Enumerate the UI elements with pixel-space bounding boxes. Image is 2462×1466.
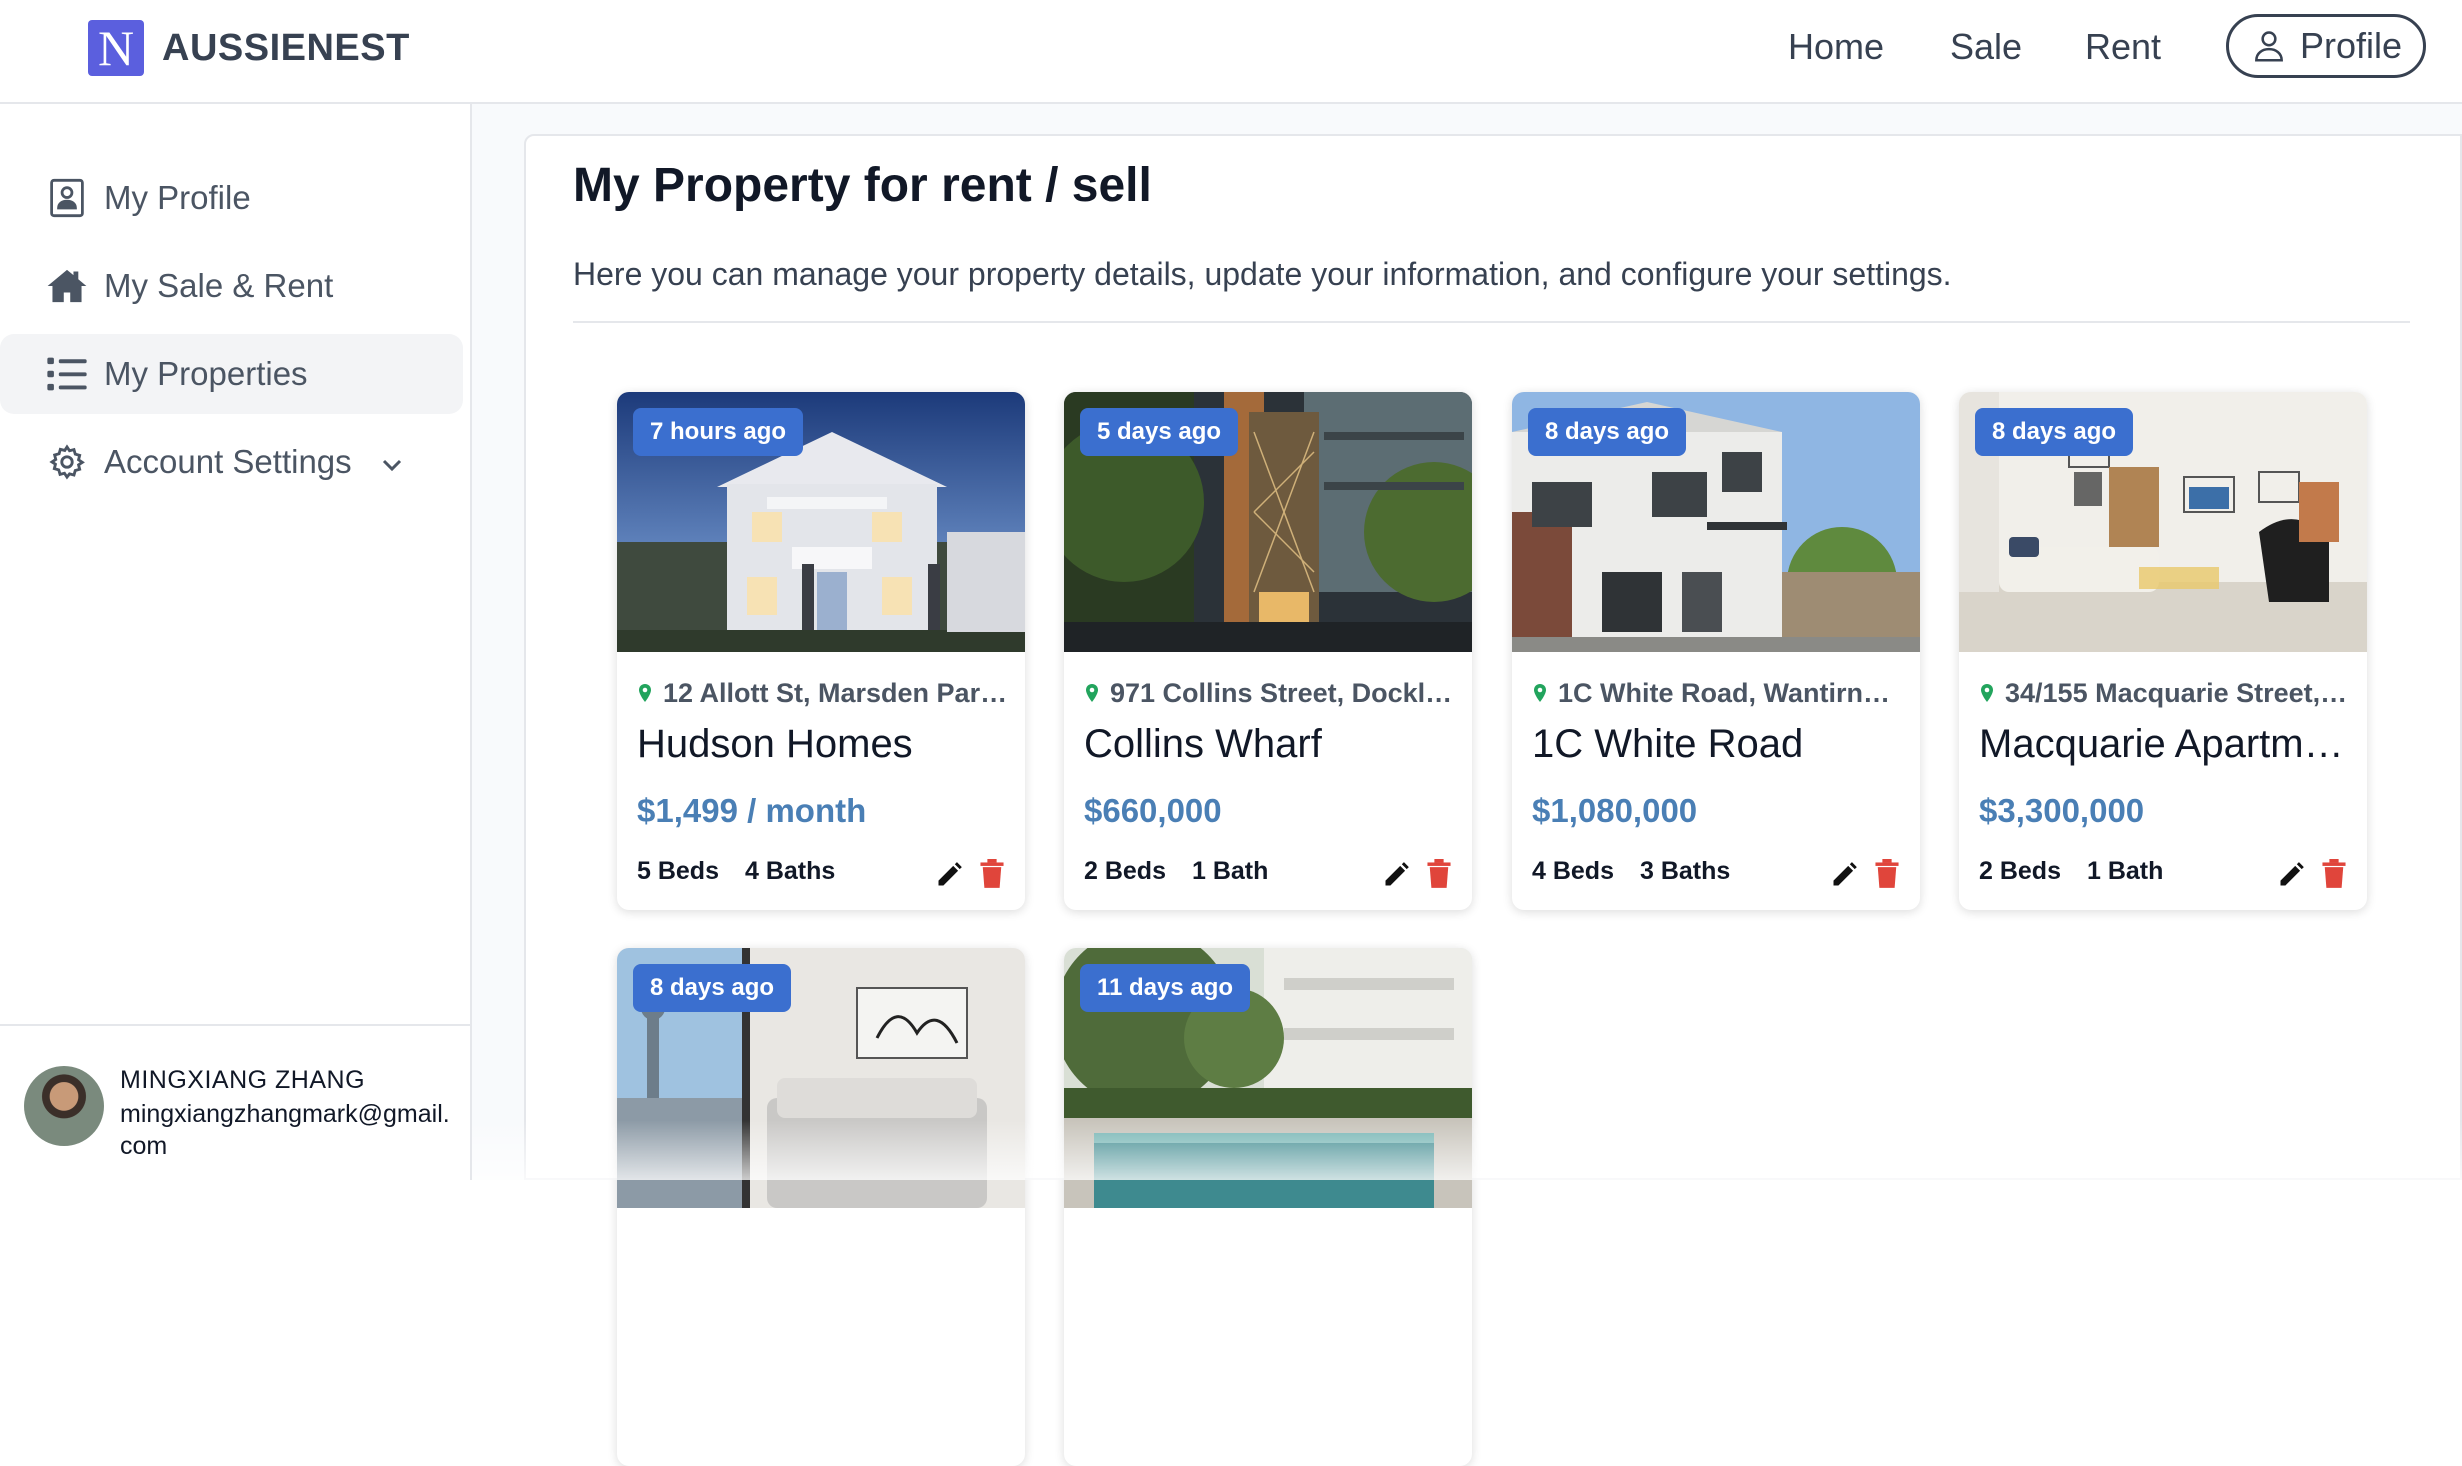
property-price: $1,080,000 (1532, 792, 1698, 829)
edit-icon[interactable] (1830, 861, 1858, 889)
nav-home-link[interactable]: Home (1788, 26, 1884, 68)
location-pin-icon (1534, 684, 1546, 702)
sidebar-item-label: My Sale & Rent (104, 267, 334, 304)
beds-count: 2 Beds (1084, 857, 1166, 885)
profile-button[interactable]: Profile (2226, 14, 2426, 78)
property-specs: 4 Beds 3 Baths (1532, 857, 1730, 886)
sidebar: My Profile My Sale & Rent My Properties … (0, 104, 472, 1180)
edit-icon[interactable] (935, 861, 963, 889)
listing-age-badge: 5 days ago (1080, 408, 1239, 456)
sidebar-item-label: My Profile (104, 179, 251, 216)
property-name: Hudson Homes (637, 722, 913, 766)
baths-count: 1 Bath (2086, 857, 2164, 885)
delete-icon[interactable] (1426, 859, 1452, 889)
beds-count: 5 Beds (637, 857, 719, 885)
property-price: $1,499 / month (637, 792, 867, 829)
sidebar-item-my-profile[interactable]: My Profile (0, 158, 463, 238)
delete-icon[interactable] (1874, 859, 1900, 889)
list-icon (46, 353, 88, 395)
listing-age-badge: 8 days ago (633, 964, 792, 1012)
location-pin-icon (639, 684, 651, 702)
property-image: 7 hours ago (617, 392, 1025, 652)
top-navbar: N AUSSIENEST Home Sale Rent Profile (0, 0, 2462, 104)
beds-count: 4 Beds (1532, 857, 1614, 885)
user-icon (2255, 31, 2283, 62)
property-image: 8 days ago (1959, 392, 2367, 652)
gear-icon (46, 441, 88, 483)
address-text: 971 Collins Street, Docklands VIC (1110, 677, 1456, 708)
profile-card-icon (46, 177, 88, 219)
brand-name: AUSSIENEST (162, 26, 410, 69)
property-specs: 2 Beds 1 Bath (1979, 857, 2163, 886)
property-name: 1C White Road (1532, 722, 1804, 766)
baths-count: 4 Baths (744, 857, 836, 885)
baths-count: 1 Bath (1191, 857, 1269, 885)
location-pin-icon (1086, 684, 1098, 702)
sidebar-item-account-settings[interactable]: Account Settings (0, 422, 463, 502)
property-address: 12 Allott St, Marsden Park NSW (637, 676, 1009, 710)
sidebar-item-label: Account Settings (104, 443, 352, 480)
property-name: Collins Wharf (1084, 722, 1322, 766)
location-pin-icon (1981, 684, 1993, 702)
property-image: 8 days ago (1512, 392, 1920, 652)
user-name: MINGXIANG ZHANG (120, 1066, 366, 1094)
listing-age-badge: 8 days ago (1975, 408, 2134, 456)
user-email: mingxiangzhangmark@gmail.com (120, 1100, 450, 1160)
address-text: 34/155 Macquarie Street, Sydney NSW (2005, 677, 2351, 708)
property-name: Macquarie Apartment (1979, 722, 2351, 766)
property-card[interactable]: 8 days ago 34/155 Macquarie Street, Sydn… (1959, 392, 2367, 910)
property-image: 8 days ago (617, 948, 1025, 1208)
profile-button-label: Profile (2299, 25, 2403, 66)
address-text: 1C White Road, Wantirna South VIC (1558, 677, 1904, 708)
nav-rent-link[interactable]: Rent (2085, 26, 2161, 68)
brand[interactable]: N AUSSIENEST (88, 20, 410, 76)
chevron-down-icon[interactable] (380, 443, 404, 481)
beds-count: 2 Beds (1979, 857, 2061, 885)
property-address: 1C White Road, Wantirna South VIC (1532, 676, 1904, 710)
listing-age-badge: 7 hours ago (633, 408, 804, 456)
page-title: My Property for rent / sell (573, 159, 1152, 212)
property-card[interactable]: 8 days ago (617, 948, 1025, 1466)
user-info: MINGXIANG ZHANG mingxiangzhangmark@gmail… (0, 1024, 470, 1180)
property-card[interactable]: 7 hours ago 12 Allott St, Marsden Park N… (617, 392, 1025, 910)
property-image: 11 days ago (1064, 948, 1472, 1208)
property-card[interactable]: 5 days ago 971 Collins Street, Docklands… (1064, 392, 1472, 910)
property-price: $3,300,000 (1979, 792, 2145, 829)
property-card[interactable]: 8 days ago 1C White Road, Wantirna South… (1512, 392, 1920, 910)
sidebar-item-my-sale-rent[interactable]: My Sale & Rent (0, 246, 463, 326)
address-text: 12 Allott St, Marsden Park NSW (663, 677, 1009, 708)
page-description: Here you can manage your property detail… (573, 256, 1952, 292)
property-address: 971 Collins Street, Docklands VIC (1084, 676, 1456, 710)
sidebar-item-my-properties[interactable]: My Properties (0, 334, 463, 414)
sidebar-item-label: My Properties (104, 355, 308, 392)
property-image: 5 days ago (1064, 392, 1472, 652)
edit-icon[interactable] (1382, 861, 1410, 889)
nav-sale-link[interactable]: Sale (1950, 26, 2022, 68)
baths-count: 3 Baths (1639, 857, 1731, 885)
property-price: $660,000 (1084, 792, 1222, 829)
listing-age-badge: 11 days ago (1080, 964, 1251, 1012)
edit-icon[interactable] (2277, 861, 2305, 889)
avatar[interactable] (24, 1066, 104, 1146)
brand-logo-icon: N (88, 20, 144, 76)
delete-icon[interactable] (979, 859, 1005, 889)
home-icon (46, 265, 88, 307)
property-address: 34/155 Macquarie Street, Sydney NSW (1979, 676, 2351, 710)
delete-icon[interactable] (2321, 859, 2347, 889)
listing-age-badge: 8 days ago (1528, 408, 1687, 456)
property-specs: 2 Beds 1 Bath (1084, 857, 1268, 886)
property-card[interactable]: 11 days ago (1064, 948, 1472, 1466)
property-specs: 5 Beds 4 Baths (637, 857, 835, 886)
divider (573, 321, 2410, 323)
